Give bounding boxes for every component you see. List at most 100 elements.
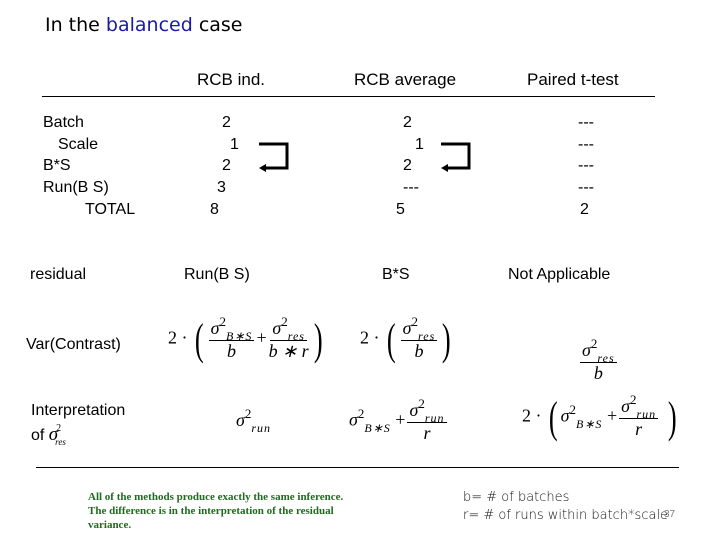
math-paren: ( xyxy=(194,314,204,364)
math-sub: res xyxy=(287,329,305,343)
math-sup: 2 xyxy=(357,405,365,421)
rcb-ind-run: 3 xyxy=(217,179,226,196)
var-contrast-rcb-average-formula: 2 · (σ2res b) xyxy=(360,314,454,364)
math-sigma: σ xyxy=(402,318,412,338)
page-number: 37 xyxy=(664,509,676,520)
math-sup: 2 xyxy=(590,336,598,351)
rcb-ind-scale: 1 xyxy=(230,136,239,153)
math-sigma: σ xyxy=(236,410,245,430)
title-suffix: case xyxy=(192,14,243,36)
math-coefficient: 2 · xyxy=(168,327,188,348)
column-header-rcb-average: RCB average xyxy=(354,70,457,89)
math-sup: 2 xyxy=(411,314,419,329)
residual-paired-t: Not Applicable xyxy=(508,266,611,283)
slide-title: In the balanced case xyxy=(45,14,243,36)
math-denominator: b xyxy=(414,341,424,361)
row-label-scale: Scale xyxy=(58,136,99,153)
interpretation-rcb-ind-formula: σ2run xyxy=(236,406,271,435)
rcb-avg-total: 5 xyxy=(396,201,405,218)
math-sub: res xyxy=(55,437,66,447)
math-denominator: r xyxy=(423,423,431,443)
paired-t-total: 2 xyxy=(580,201,589,218)
math-sub: B∗S xyxy=(364,420,391,435)
math-sup: 2 xyxy=(569,401,577,417)
math-sub: run xyxy=(424,411,445,425)
math-denominator: b ∗ r xyxy=(268,341,309,361)
math-sub: B∗S xyxy=(576,416,603,431)
math-sigma: σ xyxy=(621,396,630,416)
var-contrast-rcb-ind-formula: 2 · (σ2B∗S b + σ2res b ∗ r) xyxy=(168,314,325,364)
math-fraction: σ2res b xyxy=(400,314,438,361)
math-sup: 2 xyxy=(418,396,425,411)
rcb-avg-bs: 2 xyxy=(403,157,412,174)
math-paren: ) xyxy=(442,314,452,364)
math-sup: 2 xyxy=(281,314,288,329)
row-label-bs: B*S xyxy=(43,157,71,174)
residual-rcb-average: B*S xyxy=(382,266,410,283)
rcb-avg-batch: 2 xyxy=(403,114,412,131)
return-arrow-icon xyxy=(259,142,289,172)
row-label-run: Run(B S) xyxy=(43,179,109,196)
math-fraction: σ2B∗S b xyxy=(208,314,255,361)
interpretation-paired-t-formula: 2 · (σ2B∗S + σ2run r ) xyxy=(522,392,679,442)
interpretation-rcb-average-formula: σ2B∗S + σ2run r xyxy=(349,396,449,443)
var-contrast-paired-t-formula: σ2res b xyxy=(578,336,619,383)
column-header-rcb-ind: RCB ind. xyxy=(197,70,266,89)
paired-t-batch: --- xyxy=(578,114,594,131)
math-denominator: b xyxy=(593,363,603,383)
title-accent: balanced xyxy=(105,14,193,36)
math-sup: 2 xyxy=(56,423,62,434)
math-sigma: σ xyxy=(349,409,358,430)
math-sigma: σ xyxy=(409,400,419,420)
row-label-interpretation-of: of σ2res xyxy=(31,423,74,447)
title-prefix: In the xyxy=(45,14,106,36)
math-coefficient: 2 · xyxy=(360,327,380,348)
header-divider xyxy=(42,96,655,97)
math-sup: 2 xyxy=(629,392,637,407)
row-label-residual: residual xyxy=(30,266,87,283)
math-sigma: σ xyxy=(272,318,282,338)
column-header-paired-t: Paired t-test xyxy=(527,70,619,89)
math-sub: run xyxy=(251,421,272,435)
rcb-ind-batch: 2 xyxy=(222,114,231,131)
math-paren: ( xyxy=(548,392,558,442)
math-plus: + xyxy=(256,327,267,348)
residual-rcb-ind: Run(B S) xyxy=(184,266,250,283)
math-fraction: σ2res b xyxy=(580,336,617,383)
math-sup: 2 xyxy=(244,406,252,421)
math-denominator: r xyxy=(635,419,643,439)
rcb-ind-bs: 2 xyxy=(222,157,231,174)
math-sigma: σ xyxy=(560,405,570,426)
rcb-ind-total: 8 xyxy=(210,201,219,218)
math-sigma: σ xyxy=(582,340,591,360)
math-paren: ) xyxy=(313,314,323,364)
math-plus: + xyxy=(606,405,618,426)
row-label-total: TOTAL xyxy=(85,201,136,218)
row-label-interpretation: Interpretation xyxy=(31,402,126,419)
math-sub: res xyxy=(418,329,436,343)
return-arrow-icon xyxy=(441,142,471,172)
math-fraction: σ2res b ∗ r xyxy=(268,314,309,361)
interpretation-of-text: of xyxy=(31,427,45,444)
rcb-avg-scale: 1 xyxy=(415,136,424,153)
paired-t-scale: --- xyxy=(578,136,594,153)
paired-t-run: --- xyxy=(578,179,594,196)
math-coefficient: 2 · xyxy=(522,405,542,426)
math-fraction: σ2run r xyxy=(619,392,659,439)
math-fraction: σ2run r xyxy=(407,396,447,443)
legend-r: r= # of runs within batch*scale xyxy=(463,508,669,523)
row-label-var-contrast: Var(Contrast) xyxy=(26,336,121,353)
legend-b: b= # of batches xyxy=(463,490,570,505)
footer-divider xyxy=(36,467,679,468)
math-sub: B∗S xyxy=(226,329,253,343)
math-sup: 2 xyxy=(219,314,227,329)
rcb-avg-run: --- xyxy=(403,179,419,196)
math-paren: ( xyxy=(386,314,396,364)
row-label-batch: Batch xyxy=(43,114,84,131)
footer-note: All of the methods produce exactly the s… xyxy=(88,491,344,531)
math-paren: ) xyxy=(667,392,677,442)
math-denominator: b xyxy=(227,341,237,361)
math-sub: res xyxy=(597,351,615,365)
math-sub: run xyxy=(636,407,657,421)
paired-t-bs: --- xyxy=(578,157,594,174)
